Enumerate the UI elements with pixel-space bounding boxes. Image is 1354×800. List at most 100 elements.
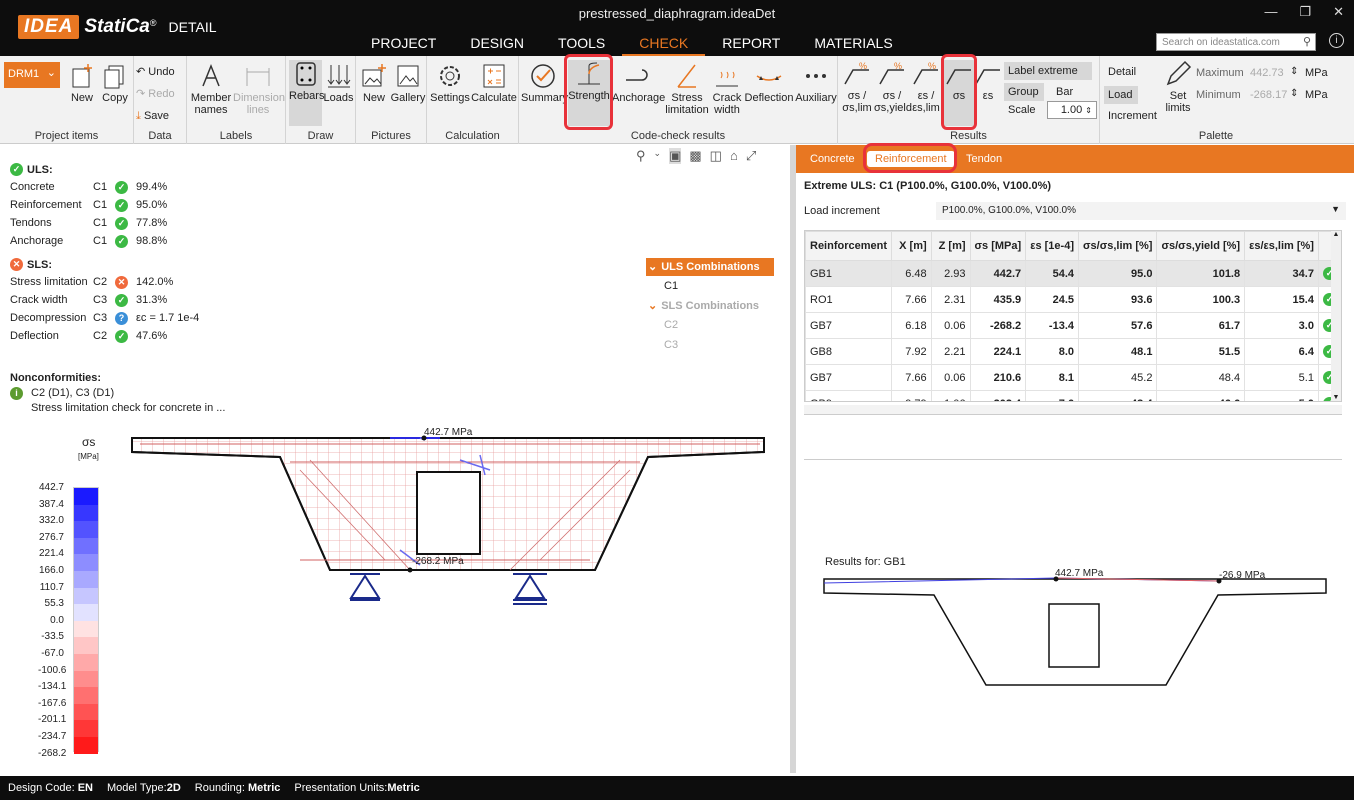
table-cell: 48.4 [1156,364,1246,391]
chevron-down-icon[interactable]: ⌄ [654,148,662,164]
legend-tick-label: 442.7 [38,482,64,493]
label-extreme-button[interactable]: Label extreme [1004,62,1092,80]
table-row[interactable]: GB99.791.06202.47.643.446.65.0✓ [805,390,1341,401]
group-option[interactable]: Group [1004,83,1044,101]
menu-design[interactable]: DESIGN [453,32,541,56]
calculate-button[interactable]: Calculate [471,62,517,104]
table-row[interactable]: GB1 6.48 2.93 442.7 54.4 95.0 101.8 34.7 ✓ [805,260,1341,287]
scale-input[interactable]: 1.00 ⇕ [1047,101,1097,119]
ratio-lim-label-2: σs,lim [842,102,872,114]
table-hscrollbar[interactable] [804,405,1342,415]
member-names-button[interactable]: Member names [189,62,233,116]
legend-tick-label: -201.1 [38,714,67,726]
maximum-spinner-icon[interactable]: ⇕ [1290,66,1298,77]
tab-tendon[interactable]: Tendon [958,151,1010,167]
anchorage-button[interactable]: Anchorage [612,62,665,104]
restore-icon[interactable]: ❐ [1299,4,1311,20]
deflection-button[interactable]: Deflection [744,62,794,104]
stress-limitation-button[interactable]: Stress limitation [664,62,710,116]
tab-concrete[interactable]: Concrete [802,151,863,167]
row-combo: C2 [93,330,108,342]
table-row[interactable]: RO1 7.66 2.31 435.9 24.5 93.6 100.3 15.4 ✓ [805,286,1341,313]
chevron-down-icon: ⌄ [648,300,658,312]
search-icon[interactable]: ⚲ [1303,35,1311,48]
col-sigma-lim[interactable]: σs/σs,lim [%] [1077,231,1158,261]
col-eps-lim[interactable]: εs/εs,lim [%] [1244,231,1319,261]
crack-width-button[interactable]: Crack width [710,62,744,116]
minimize-icon[interactable]: — [1264,4,1277,20]
spinner-icon[interactable]: ⇕ [1085,106,1092,115]
close-icon[interactable]: ✕ [1333,4,1344,20]
zoom-icon[interactable]: ⚲ [636,148,646,164]
menu-check[interactable]: CHECK [622,32,706,56]
undo-button[interactable]: ↶ Undo [136,66,186,78]
view-3d-icon[interactable]: ▣ [669,148,682,164]
set-limits-button[interactable]: Set limits [1160,60,1196,114]
fullscreen-icon[interactable]: ⤢ [746,148,756,164]
info-icon[interactable]: i [1329,33,1344,48]
col-sigma[interactable]: σs [MPa] [969,231,1027,261]
loads-button[interactable]: Loads [323,62,354,104]
menu-project[interactable]: PROJECT [354,32,453,56]
group-data: ↶ Undo ↷ Redo ⤓ Save Data [134,56,187,144]
settings-button[interactable]: Settings [429,62,471,104]
table-cell: 6.4 [1244,338,1319,365]
detail-option[interactable]: Detail [1108,66,1136,78]
new-item-label: New [70,92,93,104]
table-scrollbar[interactable]: ▲ ▼ [1331,231,1341,401]
rebars-button[interactable]: Rebars [289,60,324,126]
group-label-draw: Draw [307,130,334,142]
gallery-button[interactable]: Gallery [390,62,426,104]
copy-item-button[interactable]: Copy [100,62,130,104]
table-row[interactable]: GB8 7.92 2.21 224.1 8.0 48.1 51.5 6.4 ✓ [805,338,1341,365]
increment-option[interactable]: Increment [1108,110,1157,122]
legend-tick-label: -33.5 [41,631,64,643]
uls-combinations-header[interactable]: ⌄ ULS Combinations [646,258,774,276]
table-row[interactable]: GB7 6.18 0.06 -268.2 -13.4 57.6 61.7 3.0 ✓ [805,312,1341,339]
dimension-lines-button[interactable]: Dimension lines [233,62,285,116]
col-z[interactable]: Z [m] [930,231,971,261]
load-option[interactable]: Load [1104,86,1138,104]
view-side-icon[interactable]: ◫ [710,148,722,164]
legend-tick-label: -268.2 [38,747,67,759]
bar-option[interactable]: Bar [1054,83,1084,101]
project-item-dropdown[interactable]: DRM1 ⌄ [4,62,60,88]
search-input[interactable]: Search on ideastatica.com ⚲ [1156,33,1316,51]
maximum-value[interactable]: 442.73 [1250,67,1284,79]
strain-button[interactable]: εs [974,60,1002,102]
col-sigma-yield[interactable]: σs/σs,yield [%] [1156,231,1246,261]
minimum-spinner-icon[interactable]: ⇕ [1290,88,1298,99]
legend-tick-label: -100.6 [38,664,67,676]
new-picture-button[interactable]: New [358,62,390,104]
col-reinforcement[interactable]: Reinforcement [805,231,893,261]
col-x[interactable]: X [m] [891,231,932,261]
ratio-lim-button[interactable]: % σs / σs,lim [840,60,874,114]
col-eps[interactable]: εs [1e-4] [1025,231,1079,261]
summary-button[interactable]: Summary [521,62,568,104]
ratio-yield-button[interactable]: % σs / σs,yield [874,60,912,114]
minimum-value[interactable]: -268.17 [1250,89,1287,101]
legend-symbol: σs [82,435,96,449]
rebars-icon [295,62,316,86]
sls-combinations-header[interactable]: ⌄ SLS Combinations [646,299,761,312]
menu-materials[interactable]: MATERIALS [797,32,909,56]
nonconformity-item[interactable]: i C2 (D1), C3 (D1) Stress limitation chec… [10,387,225,414]
table-row[interactable]: GB7 7.66 0.06 210.6 8.1 45.2 48.4 5.1 ✓ [805,364,1341,391]
scroll-up-icon[interactable]: ▲ [1331,231,1341,238]
new-item-button[interactable]: New [66,62,98,104]
menu-report[interactable]: REPORT [705,32,797,56]
combination-c2[interactable]: C2 [664,319,678,331]
combination-c3[interactable]: C3 [664,339,678,351]
scroll-down-icon[interactable]: ▼ [1331,394,1341,401]
auxiliary-button[interactable]: Auxiliary [794,62,838,104]
save-button[interactable]: ⤓ Save [136,110,186,122]
strain-ratio-button[interactable]: % εs / εs,lim [910,60,942,114]
loads-icon [327,65,350,88]
cube-icon[interactable]: ▩ [689,148,701,164]
combination-c1[interactable]: C1 [664,280,678,292]
load-increment-select[interactable]: P100.0%, G100.0%, V100.0% ▼ [936,202,1346,220]
menu-tools[interactable]: TOOLS [541,32,622,56]
redo-button[interactable]: ↷ Redo [136,88,186,100]
home-icon[interactable]: ⌂ [730,148,738,164]
cross-icon: ✕ [10,258,23,271]
